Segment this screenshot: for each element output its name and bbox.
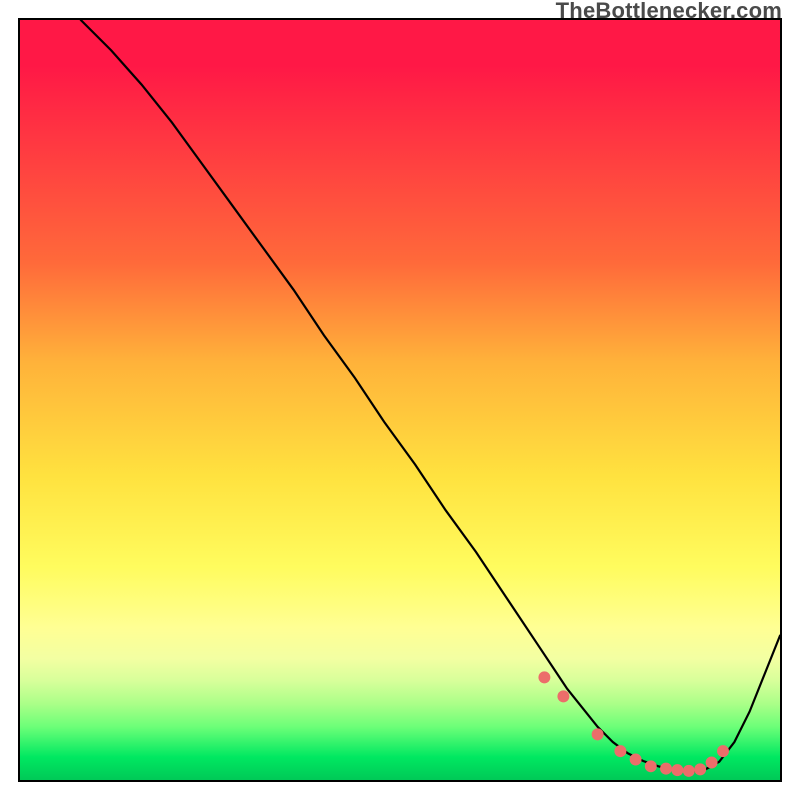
marker-dot	[706, 757, 718, 769]
marker-dot	[645, 760, 657, 772]
marker-dot	[694, 763, 706, 775]
marker-dot	[630, 754, 642, 766]
curve-svg	[20, 20, 780, 780]
chart-container: TheBottlenecker.com	[0, 0, 800, 800]
marker-dot	[614, 745, 626, 757]
curve-line	[81, 20, 780, 772]
marker-dot	[683, 765, 695, 777]
marker-dot	[592, 728, 604, 740]
marker-dot	[538, 671, 550, 683]
marker-dot	[717, 745, 729, 757]
marker-dot	[557, 690, 569, 702]
marker-dot	[671, 764, 683, 776]
plot-area	[18, 18, 782, 782]
marker-dot	[660, 763, 672, 775]
